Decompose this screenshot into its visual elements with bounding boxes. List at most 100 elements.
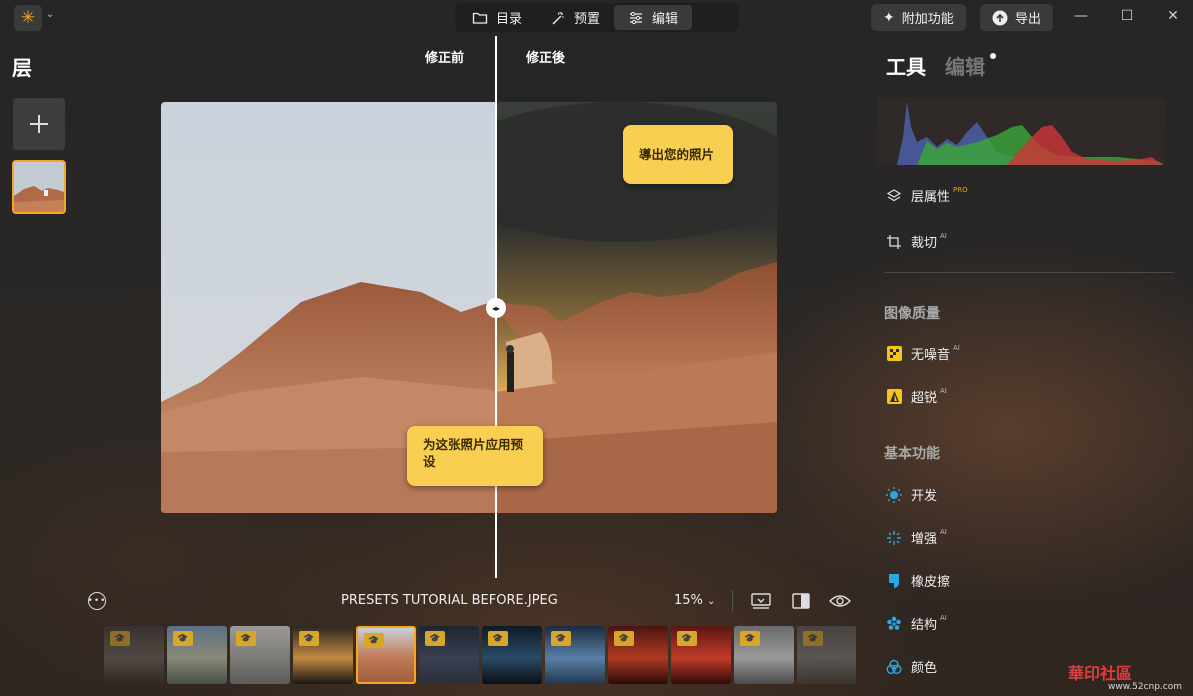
develop-sun-icon bbox=[885, 486, 903, 504]
tool-crop[interactable]: 裁切 AI bbox=[885, 232, 947, 251]
tool-layer-properties[interactable]: 层属性 PRO bbox=[885, 186, 968, 205]
chevron-down-icon: ⌄ bbox=[707, 596, 716, 607]
tool-develop[interactable]: 开发 bbox=[885, 485, 937, 504]
layer-thumbnail-image bbox=[14, 162, 64, 212]
tab-catalog-label: 目录 bbox=[496, 12, 523, 27]
filmstrip: 🎓 🎓 🎓 🎓 🎓 🎓 🎓 🎓 🎓 🎓 🎓 🎓 bbox=[104, 625, 856, 685]
tool-label: 层属性 bbox=[911, 190, 951, 205]
zoom-dropdown[interactable]: 15% ⌄ bbox=[674, 593, 715, 608]
ai-badge: AI bbox=[940, 527, 947, 536]
eraser-icon bbox=[885, 572, 903, 590]
ai-badge: AI bbox=[940, 613, 947, 622]
graduation-cap-icon: 🎓 bbox=[173, 631, 193, 646]
tool-label: 无噪音 bbox=[911, 348, 951, 363]
filmstrip-thumb-6[interactable]: 🎓 bbox=[419, 626, 479, 684]
layers-icon bbox=[885, 187, 903, 205]
tool-label: 结构 bbox=[911, 618, 938, 633]
watermark-logo: 華印社區 bbox=[1068, 664, 1133, 683]
section-divider bbox=[884, 272, 1173, 273]
app-menu-button[interactable]: ✳ bbox=[14, 5, 42, 31]
tooltip-export[interactable]: 導出您的照片 bbox=[623, 125, 733, 184]
close-icon[interactable]: ✕ bbox=[1163, 8, 1183, 28]
sliders-icon bbox=[630, 11, 643, 24]
export-button[interactable]: 导出 bbox=[980, 4, 1054, 31]
tab-edit-panel[interactable]: 编辑 bbox=[945, 51, 985, 80]
chevron-down-icon[interactable]: ⌄ bbox=[46, 9, 54, 20]
more-options-icon[interactable]: ••• bbox=[88, 592, 106, 610]
tab-edit-label: 编辑 bbox=[652, 12, 679, 27]
color-icon bbox=[885, 658, 903, 676]
filmstrip-thumb-12[interactable]: 🎓 bbox=[797, 626, 856, 684]
filmstrip-thumb-8[interactable]: 🎓 bbox=[545, 626, 605, 684]
maximize-icon[interactable]: ☐ bbox=[1117, 8, 1137, 28]
graduation-cap-icon: 🎓 bbox=[299, 631, 319, 646]
graduation-cap-icon: 🎓 bbox=[803, 631, 823, 646]
layers-title: 层 bbox=[12, 56, 32, 80]
folder-icon bbox=[472, 12, 488, 24]
tool-label: 颜色 bbox=[911, 661, 938, 676]
section-title-basic: 基本功能 bbox=[884, 446, 940, 462]
graduation-cap-icon: 🎓 bbox=[236, 631, 256, 646]
tool-label: 超锐 bbox=[911, 391, 938, 406]
sharpen-icon bbox=[885, 388, 903, 406]
filmstrip-thumb-2[interactable]: 🎓 bbox=[167, 626, 227, 684]
add-layer-button[interactable] bbox=[13, 98, 65, 150]
filmstrip-thumb-1[interactable]: 🎓 bbox=[104, 626, 164, 684]
notification-dot bbox=[990, 53, 996, 59]
tool-label: 橡皮擦 bbox=[911, 575, 951, 590]
zoom-value: 15% bbox=[674, 593, 703, 608]
histogram bbox=[877, 97, 1165, 165]
sun-logo-icon: ✳ bbox=[20, 7, 36, 28]
tool-structure[interactable]: 结构 AI bbox=[885, 614, 947, 633]
graduation-cap-icon: 🎓 bbox=[364, 633, 384, 648]
section-title-quality: 图像质量 bbox=[884, 306, 940, 322]
filmstrip-thumb-9[interactable]: 🎓 bbox=[608, 626, 668, 684]
tab-catalog[interactable]: 目录 bbox=[458, 5, 536, 30]
denoise-icon bbox=[885, 345, 903, 363]
filmstrip-thumb-3[interactable]: 🎓 bbox=[230, 626, 290, 684]
filmstrip-thumb-5[interactable]: 🎓 bbox=[356, 626, 416, 684]
upload-circle-icon bbox=[992, 10, 1008, 25]
ai-badge: AI bbox=[953, 343, 960, 352]
plus-icon bbox=[30, 115, 48, 133]
ai-badge: AI bbox=[940, 231, 947, 240]
tab-presets[interactable]: 预置 bbox=[536, 5, 614, 30]
compare-view-icon[interactable] bbox=[790, 590, 812, 612]
tab-edit[interactable]: 编辑 bbox=[614, 5, 693, 30]
graduation-cap-icon: 🎓 bbox=[740, 631, 760, 646]
tool-label: 增强 bbox=[911, 532, 938, 547]
tool-eraser[interactable]: 橡皮擦 bbox=[885, 571, 950, 590]
after-label: 修正後 bbox=[526, 51, 566, 66]
filmstrip-thumb-10[interactable]: 🎓 bbox=[671, 626, 731, 684]
before-label: 修正前 bbox=[425, 51, 465, 66]
graduation-cap-icon: 🎓 bbox=[425, 631, 445, 646]
compare-handle-icon[interactable]: ◂▸ bbox=[486, 298, 506, 318]
graduation-cap-icon: 🎓 bbox=[614, 631, 634, 646]
filmstrip-thumb-4[interactable]: 🎓 bbox=[293, 626, 353, 684]
tool-enhance[interactable]: 增强 AI bbox=[885, 528, 947, 547]
tooltip-preset[interactable]: 为这张照片应用预设 bbox=[407, 426, 543, 486]
tooltip-export-text: 導出您的照片 bbox=[639, 147, 715, 162]
tab-tools[interactable]: 工具 bbox=[886, 51, 926, 80]
enhance-sparkle-icon bbox=[885, 529, 903, 547]
graduation-cap-icon: 🎓 bbox=[488, 631, 508, 646]
tool-denoise[interactable]: 无噪音 AI bbox=[885, 344, 960, 363]
magic-wand-icon bbox=[552, 11, 564, 24]
tool-color[interactable]: 颜色 bbox=[885, 657, 937, 676]
histogram-graph bbox=[897, 102, 1165, 165]
eye-preview-icon[interactable] bbox=[829, 590, 851, 612]
layer-thumbnail[interactable] bbox=[12, 160, 66, 214]
addons-label: 附加功能 bbox=[901, 12, 954, 27]
structure-icon bbox=[885, 615, 903, 633]
minimize-icon[interactable]: — bbox=[1071, 8, 1091, 28]
crop-icon bbox=[885, 233, 903, 251]
filmstrip-thumb-11[interactable]: 🎓 bbox=[734, 626, 794, 684]
ai-badge: AI bbox=[940, 386, 947, 395]
tool-sharpen[interactable]: 超锐 AI bbox=[885, 387, 947, 406]
tooltip-preset-text: 为这张照片应用预设 bbox=[423, 437, 524, 469]
graduation-cap-icon: 🎓 bbox=[677, 631, 697, 646]
addons-button[interactable]: ✦ 附加功能 bbox=[871, 4, 966, 31]
filmstrip-toggle-icon[interactable] bbox=[750, 590, 772, 612]
filmstrip-thumb-7[interactable]: 🎓 bbox=[482, 626, 542, 684]
tab-presets-label: 预置 bbox=[574, 12, 601, 27]
